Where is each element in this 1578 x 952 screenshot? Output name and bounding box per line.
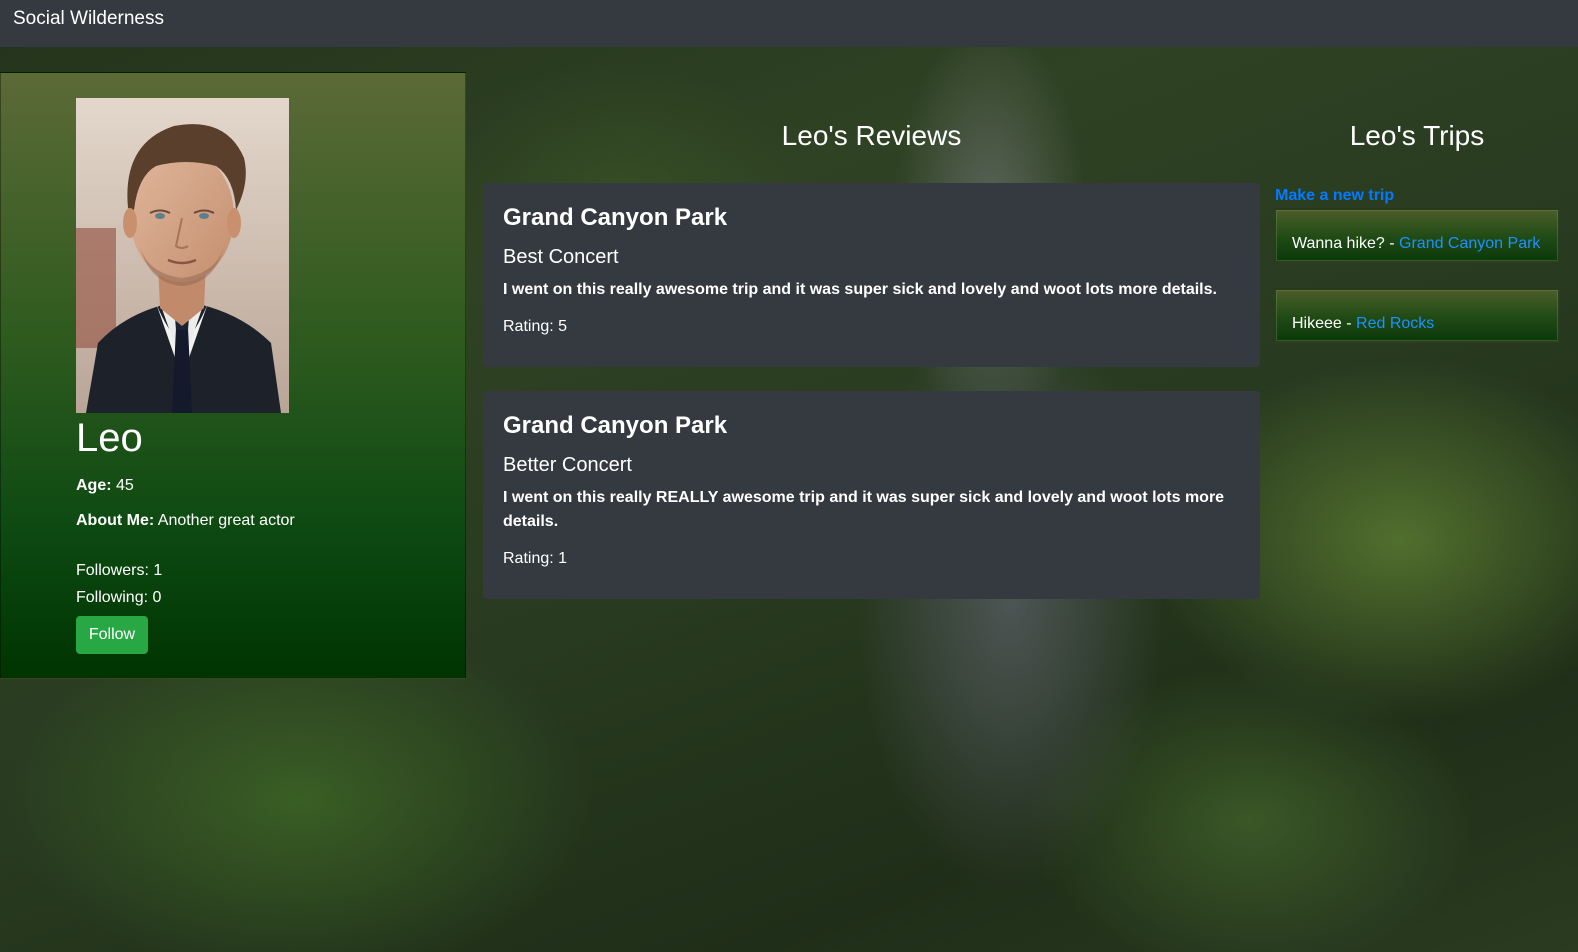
trip-separator: - bbox=[1384, 235, 1400, 252]
brand-link[interactable]: Social Wilderness bbox=[13, 8, 164, 29]
top-navbar: Social Wilderness bbox=[0, 0, 1578, 47]
trip-park-link[interactable]: Grand Canyon Park bbox=[1399, 235, 1540, 252]
review-title: Best Concert bbox=[503, 246, 619, 268]
following-count: Following: 0 bbox=[76, 589, 162, 606]
review-card: Grand Canyon Park Best Concert I went on… bbox=[483, 183, 1260, 367]
avatar bbox=[76, 98, 289, 413]
about-value: Another great actor bbox=[157, 512, 295, 529]
age-value: 45 bbox=[116, 477, 134, 494]
review-rating: Rating: 1 bbox=[503, 550, 568, 567]
reviews-heading: Leo's Reviews bbox=[781, 120, 962, 151]
review-body: I went on this really REALLY awesome tri… bbox=[503, 489, 1225, 530]
review-rating: Rating: 5 bbox=[503, 318, 568, 335]
trip-item: Wanna hike? - Grand Canyon Park bbox=[1274, 208, 1560, 263]
review-card: Grand Canyon Park Better Concert I went … bbox=[483, 391, 1260, 599]
trip-park-link[interactable]: Red Rocks bbox=[1356, 315, 1434, 332]
profile-name: Leo bbox=[76, 416, 143, 460]
trip-name: Wanna hike? bbox=[1292, 235, 1385, 252]
trips-heading: Leo's Trips bbox=[1349, 120, 1485, 151]
review-title: Better Concert bbox=[503, 454, 632, 476]
make-new-trip-link[interactable]: Make a new trip bbox=[1275, 185, 1394, 207]
follow-button[interactable]: Follow bbox=[76, 616, 148, 654]
profile-about: About Me: Another great actor bbox=[76, 510, 295, 532]
review-park: Grand Canyon Park bbox=[503, 412, 728, 439]
review-body: I went on this really awesome trip and i… bbox=[503, 281, 1217, 298]
trip-name: Hikeee bbox=[1292, 315, 1342, 332]
followers-count: Followers: 1 bbox=[76, 562, 163, 579]
age-label: Age: bbox=[76, 477, 112, 494]
review-park: Grand Canyon Park bbox=[503, 204, 728, 231]
profile-card: Leo Age: 45 About Me: Another great acto… bbox=[0, 72, 466, 679]
profile-age: Age: 45 bbox=[76, 475, 134, 497]
trip-item: Hikeee - Red Rocks bbox=[1274, 288, 1560, 343]
trip-separator: - bbox=[1341, 315, 1357, 332]
about-label: About Me: bbox=[76, 512, 155, 529]
